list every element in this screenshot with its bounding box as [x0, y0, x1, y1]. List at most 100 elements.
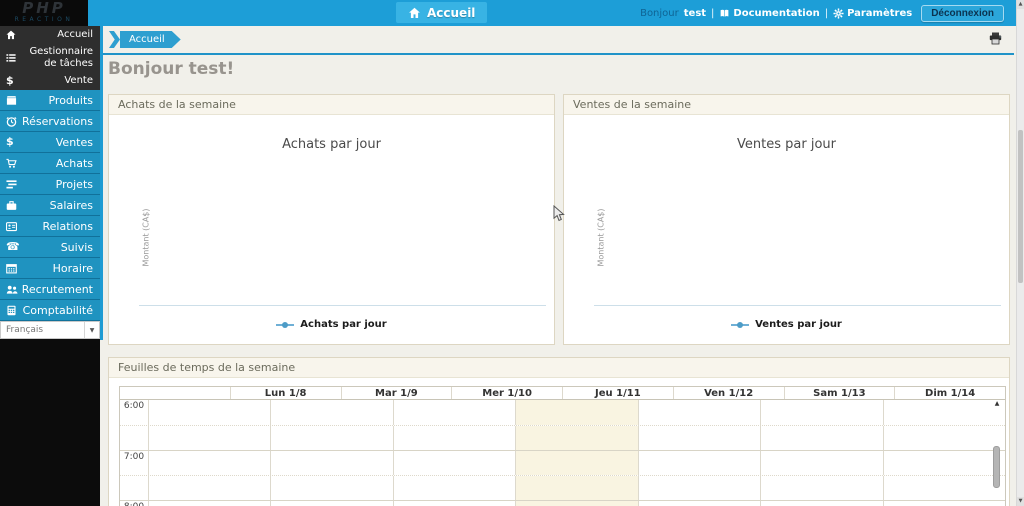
top-navigation-bar: PHP REACTION Accueil Bonjour test | Docu…	[0, 0, 1016, 26]
calendar-cell-today[interactable]	[515, 426, 637, 450]
sidebar-item-label: Salaires	[21, 199, 93, 212]
chart-legend[interactable]: Ventes par jour	[564, 319, 1009, 330]
calendar-cell[interactable]	[883, 451, 1005, 475]
y-axis-label: Montant (CA$)	[142, 208, 151, 266]
calendar-cell[interactable]	[760, 451, 882, 475]
calendar-cell[interactable]	[270, 451, 392, 475]
users-icon	[6, 284, 21, 295]
calendar-cell[interactable]	[760, 400, 882, 425]
calendar-cell[interactable]	[148, 400, 270, 425]
calendar-cell[interactable]	[270, 426, 392, 450]
calendar-cell[interactable]	[393, 451, 515, 475]
calendar-cell-today[interactable]	[515, 400, 637, 425]
calendar-icon	[6, 263, 21, 274]
calendar-cell-today[interactable]	[515, 476, 637, 500]
language-select[interactable]: Français ▼	[0, 321, 100, 339]
calendar-cell[interactable]	[148, 476, 270, 500]
documentation-link[interactable]: Documentation	[719, 8, 819, 19]
calendar-cell[interactable]	[148, 501, 270, 506]
calendar-cell[interactable]	[883, 501, 1005, 506]
calendar-half-hour-row	[120, 475, 1005, 500]
calendar-cell[interactable]	[760, 501, 882, 506]
purchases-week-panel: Achats de la semaine Achats par jour Mon…	[108, 94, 555, 345]
scrollbar-up-button[interactable]: ▲	[1017, 0, 1024, 9]
calendar-scrollbar[interactable]: ▲	[992, 400, 1002, 506]
calendar-cell[interactable]	[638, 400, 760, 425]
sidebar-item-label: Horaire	[21, 262, 93, 275]
sidebar-item-relations[interactable]: Relations	[0, 216, 100, 237]
page-scrollbar[interactable]: ▲ ▼	[1016, 0, 1024, 506]
calendar-cell[interactable]	[760, 476, 882, 500]
sidebar-item-gestionnaire-taches[interactable]: Gestionnaire de tâches	[0, 44, 100, 72]
breadcrumb-label: Accueil	[120, 31, 181, 48]
chart-legend[interactable]: Achats par jour	[109, 319, 554, 330]
calendar-cell[interactable]	[270, 501, 392, 506]
calendar-cell[interactable]	[148, 451, 270, 475]
sales-chart: Ventes par jour Montant (CA$) Ventes par…	[564, 115, 1009, 344]
calendar-cell[interactable]	[638, 451, 760, 475]
logo-subtitle: REACTION	[0, 16, 88, 24]
chevron-down-icon: ▼	[84, 322, 99, 338]
dollar-icon: $	[6, 137, 21, 147]
sidebar-item-label: Ventes	[21, 136, 93, 149]
sidebar-item-produits[interactable]: Produits	[0, 90, 100, 111]
tasks-icon	[6, 179, 21, 190]
breadcrumb-item-accueil[interactable]: Accueil	[109, 31, 181, 48]
logout-button[interactable]: Déconnexion	[921, 5, 1004, 22]
calendar-cell[interactable]	[393, 400, 515, 425]
breadcrumb: Accueil	[103, 26, 1014, 55]
sidebar-item-label: Vente	[21, 75, 93, 87]
phone-icon: ☎	[6, 242, 21, 252]
sidebar-item-comptabilite[interactable]: Comptabilité	[0, 300, 100, 321]
sidebar-item-achats[interactable]: Achats	[0, 153, 100, 174]
calendar-cell[interactable]	[883, 476, 1005, 500]
task-list-icon	[6, 53, 21, 63]
dollar-icon: $	[6, 76, 21, 86]
sidebar-item-vente[interactable]: $ Vente	[0, 72, 100, 90]
calendar-cell[interactable]	[883, 400, 1005, 425]
sidebar-item-suivis[interactable]: ☎ Suivis	[0, 237, 100, 258]
scrollbar-down-button[interactable]: ▼	[1017, 497, 1024, 506]
sidebar-item-label: Suivis	[21, 241, 93, 254]
sidebar-item-label: Comptabilité	[21, 304, 93, 317]
time-label: 6:00	[120, 400, 148, 425]
day-header: Sam 1/13	[784, 387, 895, 399]
calendar-cell[interactable]	[393, 501, 515, 506]
print-icon[interactable]	[989, 32, 1002, 45]
time-gutter	[120, 426, 148, 450]
sidebar-item-horaire[interactable]: Horaire	[0, 258, 100, 279]
calendar-cell[interactable]	[883, 426, 1005, 450]
settings-link[interactable]: Paramètres	[833, 8, 912, 19]
sidebar-item-salaires[interactable]: Salaires	[0, 195, 100, 216]
chart-title: Achats par jour	[109, 115, 554, 152]
calendar-cell[interactable]	[393, 426, 515, 450]
calendar-cell[interactable]	[148, 426, 270, 450]
scroll-up-icon[interactable]: ▲	[992, 400, 1002, 407]
briefcase-icon	[6, 200, 21, 211]
calendar-hour-row: 8:00	[120, 500, 1005, 506]
chart-title: Ventes par jour	[564, 115, 1009, 152]
calendar-cell[interactable]	[393, 476, 515, 500]
calendar-cell-today[interactable]	[515, 451, 637, 475]
calendar-cell[interactable]	[760, 426, 882, 450]
calendar-cell[interactable]	[270, 400, 392, 425]
sidebar-item-ventes[interactable]: $ Ventes	[0, 132, 100, 153]
calendar-cell-today[interactable]	[515, 501, 637, 506]
calendar-cell[interactable]	[638, 426, 760, 450]
page-scrollbar-thumb[interactable]	[1018, 130, 1023, 283]
calendar-scrollbar-thumb[interactable]	[993, 446, 1000, 488]
settings-label: Paramètres	[847, 8, 912, 19]
sidebar-item-reservations[interactable]: Réservations	[0, 111, 100, 132]
cart-icon	[6, 158, 21, 169]
home-button[interactable]: Accueil	[396, 2, 487, 23]
time-gutter-header	[120, 387, 230, 399]
calendar-cell[interactable]	[270, 476, 392, 500]
day-header: Dim 1/14	[894, 387, 1005, 399]
sidebar-item-projets[interactable]: Projets	[0, 174, 100, 195]
sidebar-item-label: Réservations	[21, 115, 93, 128]
sidebar-item-recrutement[interactable]: Recrutement	[0, 279, 100, 300]
calendar-cell[interactable]	[638, 476, 760, 500]
calendar-cell[interactable]	[638, 501, 760, 506]
sidebar-item-accueil[interactable]: Accueil	[0, 26, 100, 44]
legend-line-marker-icon	[276, 324, 294, 326]
